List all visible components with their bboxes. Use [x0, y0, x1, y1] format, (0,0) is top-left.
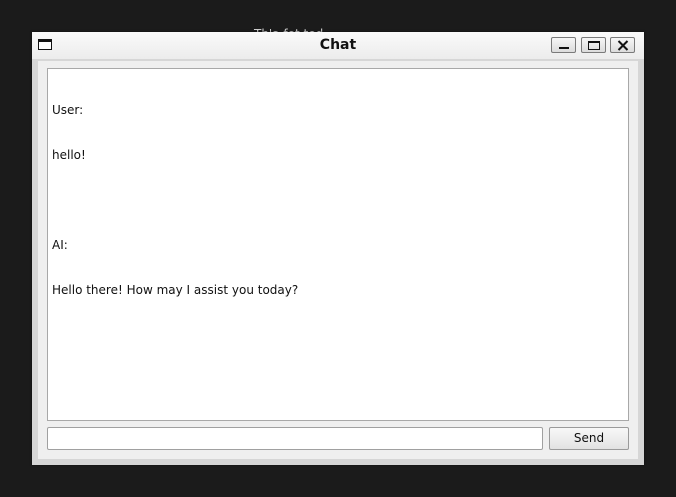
message-speaker: AI: — [52, 238, 68, 252]
minimize-button[interactable] — [551, 37, 576, 53]
desktop: Th'a fet ted Chat User: hello! AI: — [0, 0, 676, 497]
message-text: Hello there! How may I assist you today? — [52, 283, 299, 297]
send-button[interactable]: Send — [549, 427, 629, 450]
maximize-button[interactable] — [581, 37, 606, 53]
message-spacer — [52, 193, 624, 208]
minimize-icon — [559, 47, 569, 49]
title-bar[interactable]: Chat — [32, 32, 644, 59]
message-input[interactable] — [47, 427, 543, 450]
chat-window: Chat User: hello! AI: Hello there! How m… — [32, 32, 644, 465]
window-content: User: hello! AI: Hello there! How may I … — [38, 61, 638, 459]
maximize-icon — [588, 41, 600, 50]
close-button[interactable] — [610, 37, 635, 53]
message-speaker: User: — [52, 103, 84, 117]
message-text: hello! — [52, 148, 86, 162]
chat-transcript[interactable]: User: hello! AI: Hello there! How may I … — [47, 68, 629, 421]
close-icon — [617, 40, 629, 51]
